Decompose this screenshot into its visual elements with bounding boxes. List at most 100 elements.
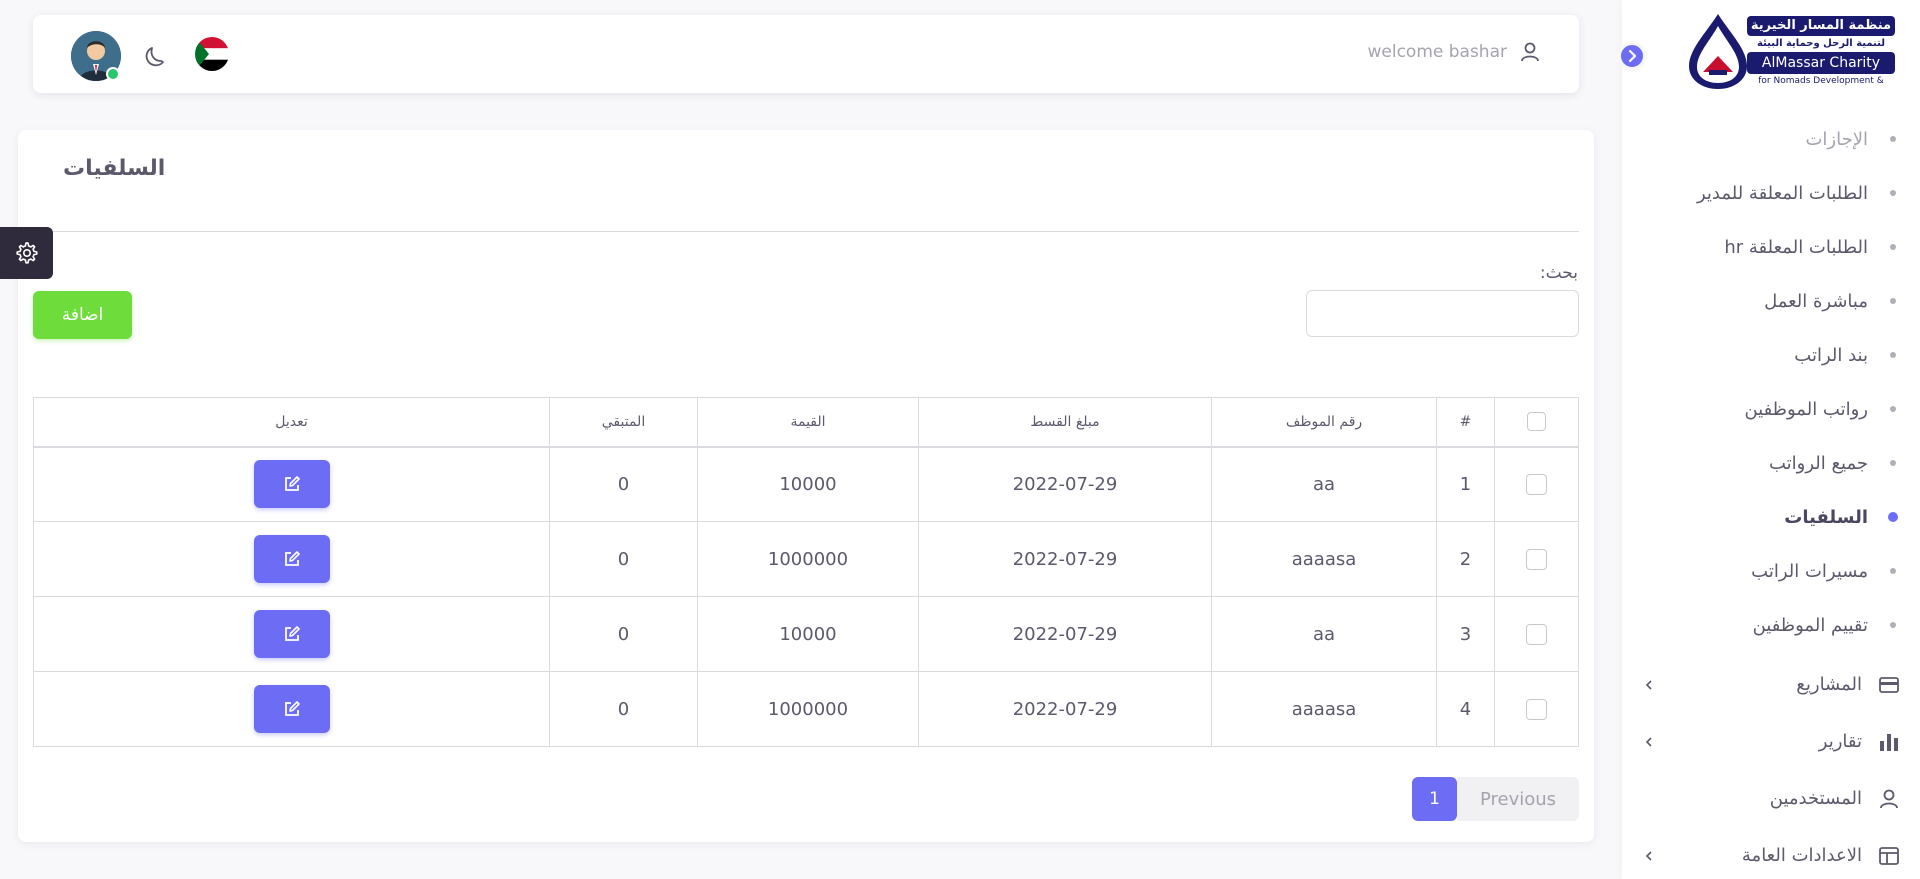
sidebar-item-general-settings[interactable]: الاعدادات العامة xyxy=(1622,827,1920,879)
layout-icon xyxy=(1878,845,1900,867)
page-button-current[interactable]: 1 xyxy=(1412,777,1457,821)
row-select-cell xyxy=(1494,446,1579,522)
col-value[interactable]: القيمة xyxy=(697,397,919,448)
brand-name-ar: منظمة المسار الخيرية xyxy=(1747,16,1895,36)
sidebar-item-label: الإجازات xyxy=(1805,128,1868,150)
brand-subtitle-en: for Nomads Development & xyxy=(1758,76,1884,86)
sidebar-item-label: جميع الرواتب xyxy=(1768,452,1868,474)
bullet-icon xyxy=(1890,244,1896,250)
sidebar-item-payrolls[interactable]: مسيرات الراتب xyxy=(1622,544,1920,598)
chevron-left-icon xyxy=(1645,736,1652,747)
advances-card: السلفيات بحث: اضافة # رقم الموظف مبلغ ال… xyxy=(18,130,1594,842)
brand-logo[interactable]: منظمة المسار الخيرية لتنمية الرحل وحماية… xyxy=(1685,12,1895,90)
cell-edit xyxy=(33,671,550,747)
edit-button[interactable] xyxy=(253,460,330,509)
cell-remaining: 0 xyxy=(549,521,698,597)
row-checkbox[interactable] xyxy=(1526,623,1547,645)
edit-button[interactable] xyxy=(253,535,330,583)
theme-customizer-button[interactable] xyxy=(0,227,53,279)
chevron-left-icon xyxy=(1645,679,1652,690)
sidebar-item-label: المشاريع xyxy=(1796,674,1862,695)
sidebar-item-projects[interactable]: المشاريع xyxy=(1622,656,1920,713)
cell-employee-no: aa xyxy=(1211,596,1437,672)
sidebar-item-label: بند الراتب xyxy=(1794,344,1868,366)
cell-value: 10000 xyxy=(697,596,919,672)
sidebar-item-label: تقارير xyxy=(1818,731,1862,752)
col-installment[interactable]: مبلغ القسط xyxy=(918,397,1212,448)
sidebar-item-pending-manager[interactable]: الطلبات المعلقة للمدير xyxy=(1622,166,1920,220)
cell-value: 10000 xyxy=(697,446,919,522)
cell-remaining: 0 xyxy=(549,596,698,672)
cell-index: 3 xyxy=(1436,596,1495,672)
sidebar-item-label: مسيرات الراتب xyxy=(1751,560,1868,582)
sidebar-item-label: مباشرة العمل xyxy=(1764,290,1868,312)
cell-index: 4 xyxy=(1436,671,1495,747)
bullet-icon xyxy=(1890,352,1896,358)
search-label: بحث: xyxy=(1539,263,1578,283)
brand-subtitle-ar: لتنمية الرحل وحماية البيئة xyxy=(1757,38,1885,49)
bullet-icon xyxy=(1890,190,1896,196)
logo-drop-icon xyxy=(1689,14,1747,89)
search-input[interactable] xyxy=(1306,290,1579,337)
col-index[interactable]: # xyxy=(1436,397,1495,448)
cell-value: 1000000 xyxy=(697,671,919,747)
cell-index: 2 xyxy=(1436,521,1495,597)
welcome-text: welcome bashar xyxy=(1367,42,1507,62)
user-greeting[interactable]: welcome bashar xyxy=(1367,41,1541,63)
top-navbar: welcome bashar xyxy=(33,15,1579,93)
sidebar-item-label: المستخدمين xyxy=(1769,788,1862,809)
col-edit: تعديل xyxy=(33,397,550,448)
table-row: 2 aaaasa 2022-07-29 1000000 0 xyxy=(33,521,1579,597)
bullet-icon xyxy=(1890,298,1896,304)
select-all-checkbox[interactable] xyxy=(1527,412,1546,432)
sidebar-item-pending-hr[interactable]: الطلبات المعلقة hr xyxy=(1622,220,1920,274)
row-checkbox[interactable] xyxy=(1526,548,1547,570)
row-checkbox[interactable] xyxy=(1526,474,1547,495)
previous-page-button[interactable]: Previous xyxy=(1457,777,1579,821)
cell-edit xyxy=(33,446,550,522)
bullet-icon xyxy=(1890,622,1896,628)
advances-table: # رقم الموظف مبلغ القسط القيمة المتبقي ت… xyxy=(33,397,1579,747)
sidebar-item-employee-evaluation[interactable]: تقييم الموظفين xyxy=(1622,598,1920,652)
cell-employee-no: aa xyxy=(1211,446,1437,522)
table-header-row: # رقم الموظف مبلغ القسط القيمة المتبقي ت… xyxy=(33,397,1579,448)
cell-employee-no: aaaasa xyxy=(1211,671,1437,747)
language-flag-icon[interactable] xyxy=(195,37,229,71)
hr-submenu: الإجازات الطلبات المعلقة للمدير الطلبات … xyxy=(1622,112,1920,652)
sidebar-item-salary-item[interactable]: بند الراتب xyxy=(1622,328,1920,382)
sidebar-item-all-salaries[interactable]: جميع الرواتب xyxy=(1622,436,1920,490)
table-row: 3 aa 2022-07-29 10000 0 xyxy=(33,596,1579,672)
sidebar-item-work-start[interactable]: مباشرة العمل xyxy=(1622,274,1920,328)
table-row: 4 aaaasa 2022-07-29 1000000 0 xyxy=(33,671,1579,747)
sidebar-item-leaves[interactable]: الإجازات xyxy=(1622,112,1920,166)
user-icon xyxy=(1521,42,1539,62)
add-button[interactable]: اضافة xyxy=(33,291,132,339)
sidebar-item-reports[interactable]: تقارير xyxy=(1622,713,1920,770)
sidebar-item-advances[interactable]: السلفيات xyxy=(1622,490,1920,544)
col-employee-no[interactable]: رقم الموظف xyxy=(1211,397,1437,448)
sidebar-item-employee-salaries[interactable]: رواتب الموظفين xyxy=(1622,382,1920,436)
main-menu: المشاريع تقارير المستخدمين الاعدادات الع… xyxy=(1622,656,1920,879)
bar-chart-icon xyxy=(1878,731,1900,753)
pagination: 1 Previous xyxy=(1412,777,1579,821)
cell-value: 1000000 xyxy=(697,521,919,597)
moon-icon[interactable] xyxy=(142,41,170,69)
divider xyxy=(33,231,1579,232)
row-checkbox[interactable] xyxy=(1526,698,1547,720)
chevron-right-icon xyxy=(1628,49,1637,63)
row-select-cell xyxy=(1494,521,1579,597)
user-icon xyxy=(1878,788,1900,810)
cell-edit xyxy=(33,596,550,672)
select-all-cell xyxy=(1494,397,1579,448)
cell-employee-no: aaaasa xyxy=(1211,521,1437,597)
edit-button[interactable] xyxy=(253,610,330,658)
sidebar-item-label: السلفيات xyxy=(1784,506,1868,528)
sidebar-item-users[interactable]: المستخدمين xyxy=(1622,770,1920,827)
credit-card-icon xyxy=(1878,674,1900,696)
sidebar: منظمة المسار الخيرية لتنمية الرحل وحماية… xyxy=(1622,0,1920,879)
edit-button[interactable] xyxy=(253,685,330,733)
col-remaining[interactable]: المتبقي xyxy=(549,397,698,448)
gear-icon xyxy=(15,242,38,264)
sidebar-toggle-button[interactable] xyxy=(1617,41,1647,71)
edit-icon xyxy=(284,551,300,566)
